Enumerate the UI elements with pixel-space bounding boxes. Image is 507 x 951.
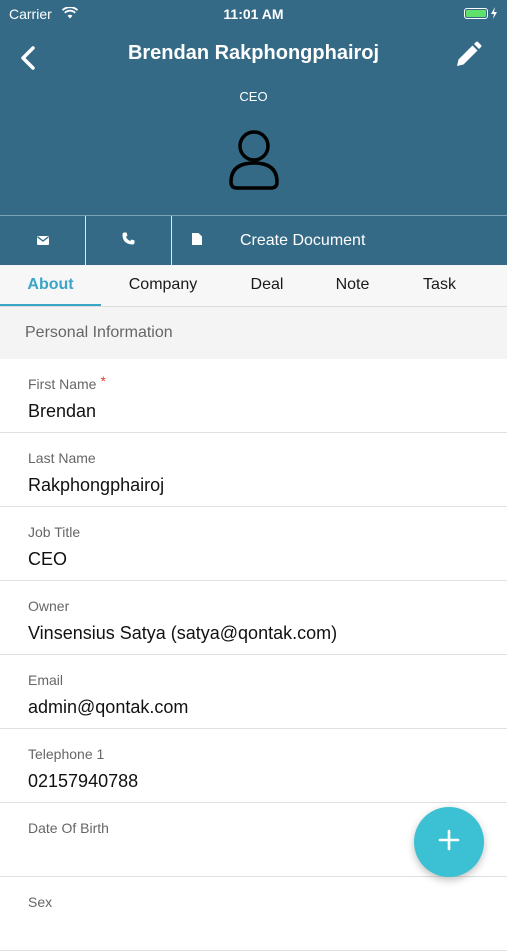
field-label: Job Title	[28, 524, 81, 540]
field-label: Date Of Birth	[28, 820, 109, 836]
field-value: Rakphongphairoj	[28, 475, 165, 495]
tab-company[interactable]: Company	[112, 265, 214, 306]
create-document-button[interactable]: Create Document	[172, 216, 507, 265]
contact-name-title: Brendan Rakphongphairoj	[127, 42, 380, 64]
field-label: Email	[28, 672, 64, 688]
tab-note[interactable]: Note	[315, 265, 390, 306]
field-owner[interactable]: Owner Vinsensius Satya (satya@qontak.com…	[0, 581, 507, 655]
avatar-icon	[227, 128, 281, 192]
mail-icon	[36, 232, 49, 250]
field-label: Sex	[28, 894, 53, 910]
status-bar: Carrier 11:01 AM	[0, 0, 507, 28]
field-first-name[interactable]: First Name * Brendan	[0, 359, 507, 433]
field-value: Brendan	[28, 401, 97, 421]
plus-icon	[438, 829, 460, 856]
field-label: Owner	[28, 598, 70, 614]
create-document-label: Create Document	[240, 231, 366, 249]
field-label: First Name *	[28, 373, 106, 392]
battery-icon	[464, 7, 497, 19]
tab-about[interactable]: About	[0, 265, 101, 306]
field-last-name[interactable]: Last Name Rakphongphairoj	[0, 433, 507, 507]
clock: 11:01 AM	[223, 6, 284, 22]
job-title-subtitle: CEO	[239, 89, 268, 104]
contact-header: Carrier 11:01 AM Brendan Rakphongphairoj…	[0, 0, 507, 215]
field-job-title[interactable]: Job Title CEO	[0, 507, 507, 581]
document-icon	[192, 232, 202, 250]
call-action-button[interactable]	[86, 216, 172, 265]
add-fab-button[interactable]	[414, 807, 484, 877]
field-value: Vinsensius Satya (satya@qontak.com)	[28, 623, 338, 643]
required-marker: *	[100, 373, 106, 389]
field-value: admin@qontak.com	[28, 697, 189, 717]
field-label: Telephone 1	[28, 746, 105, 762]
field-label: Last Name	[28, 450, 96, 466]
tab-deal[interactable]: Deal	[228, 265, 306, 306]
tab-bar: About Company Deal Note Task	[0, 265, 507, 307]
field-sex[interactable]: Sex	[0, 877, 507, 951]
tab-task[interactable]: Task	[402, 265, 477, 306]
field-value: 02157940788	[28, 771, 139, 791]
field-telephone-1[interactable]: Telephone 1 02157940788	[0, 729, 507, 803]
edit-icon[interactable]	[453, 40, 483, 70]
email-action-button[interactable]	[0, 216, 86, 265]
field-value: CEO	[28, 549, 68, 569]
phone-icon	[122, 232, 135, 250]
field-email[interactable]: Email admin@qontak.com	[0, 655, 507, 729]
action-bar: Create Document	[0, 215, 507, 265]
section-header-personal-information: Personal Information	[0, 307, 507, 359]
